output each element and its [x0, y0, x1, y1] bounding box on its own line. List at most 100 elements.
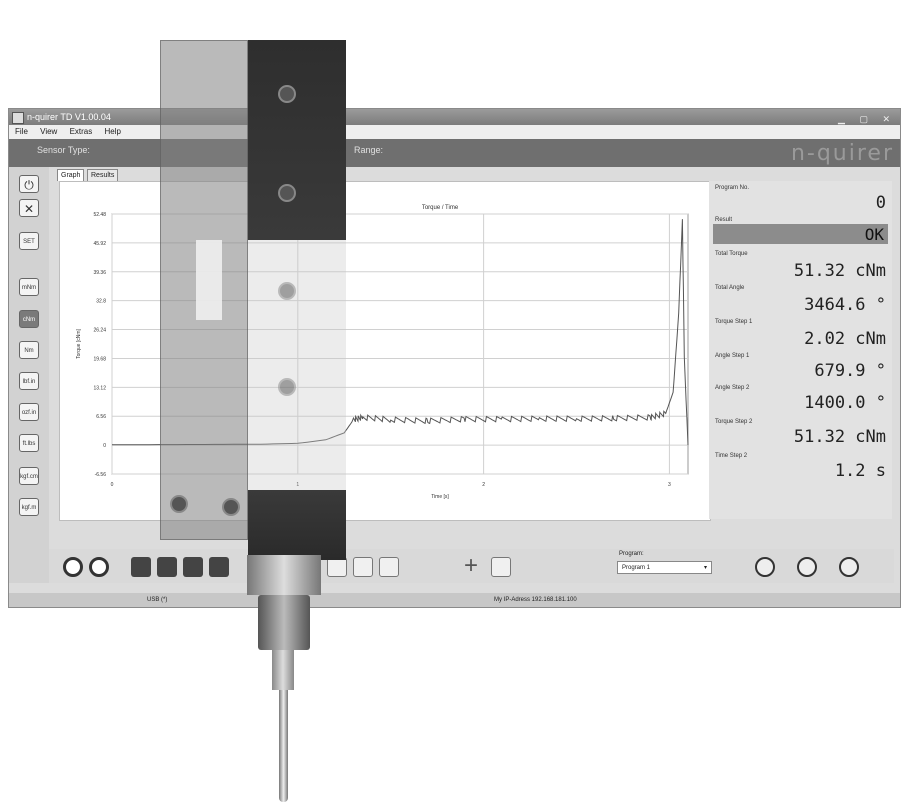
menu-file[interactable]: File — [15, 127, 28, 136]
total-angle-value: 3464.6 ° — [804, 295, 886, 315]
x-tick-label: 0 — [111, 482, 114, 488]
y-tick-label: 19.68 — [93, 356, 106, 362]
crosshair-icon: + — [463, 552, 478, 579]
y-tick-label: 45.92 — [93, 241, 106, 247]
device-neck — [247, 555, 321, 595]
tab-graph[interactable]: Graph — [57, 169, 85, 181]
torque-step2-value: 51.32 cNm — [793, 427, 886, 447]
warning-button[interactable] — [157, 557, 177, 577]
screw-icon — [278, 378, 296, 396]
time-step2-label: Time Step 2 — [715, 453, 748, 459]
y-tick-label: 26.24 — [93, 328, 106, 334]
power-button[interactable]: ⏻ — [19, 175, 39, 193]
chevron-down-icon: ▾ — [703, 565, 707, 571]
print-button[interactable] — [327, 557, 347, 577]
unit-kgfcm-button[interactable]: kgf.cm — [19, 467, 39, 485]
chart-export-button[interactable] — [379, 557, 399, 577]
device-shaft — [272, 650, 294, 690]
total-angle-label: Total Angle — [715, 285, 745, 291]
y-tick-label: 6.56 — [96, 414, 106, 420]
range-label: Range: — [354, 145, 384, 155]
y-axis-label: Torque [cNm] — [76, 329, 82, 359]
torque-screwdriver-photo — [160, 40, 346, 560]
chart-title: Torque / Time — [422, 205, 459, 211]
time-step2-value: 1.2 s — [834, 461, 886, 481]
play-button[interactable] — [63, 557, 83, 577]
torque-step2-label: Torque Step 2 — [715, 419, 753, 425]
x-tick-label: 2 — [482, 482, 485, 488]
left-sidebar: ⏻ ✕ SET mNm cNm Nm lbf.in ozf.in ft.lbs … — [9, 167, 49, 583]
x-tick-label: 3 — [668, 482, 671, 488]
program-select[interactable]: Program 1 ▾ — [617, 561, 712, 574]
menu-extras[interactable]: Extras — [70, 127, 93, 136]
y-tick-label: -6.56 — [95, 472, 107, 478]
device-label-sticker — [196, 240, 222, 320]
torque-time-chart: 52.4845.9239.3632.826.2419.6813.126.560-… — [76, 205, 689, 500]
stop-button[interactable] — [89, 557, 109, 577]
screw-icon — [278, 85, 296, 103]
menu-view[interactable]: View — [40, 127, 57, 136]
power-icon: ⏻ — [24, 178, 34, 192]
screw-icon — [170, 495, 188, 513]
result-value: OK — [864, 225, 884, 244]
angle-step2-label: Angle Step 2 — [715, 385, 750, 391]
screw-icon — [278, 184, 296, 202]
device-chuck — [258, 595, 310, 650]
y-tick-label: 32.8 — [96, 299, 106, 305]
app-window: n-quirer TD V1.00.04 ▁ ▢ ✕ File View Ext… — [8, 108, 901, 608]
angle-step1-value: 679.9 ° — [814, 361, 886, 381]
unit-lbfin-button[interactable]: lbf.in — [19, 372, 39, 390]
x-axis-label: Time [s] — [431, 494, 449, 500]
sensor-type-label: Sensor Type: — [37, 145, 90, 155]
results-panel: Program No. 0 Result OK Total Torque 51.… — [709, 181, 892, 519]
unit-ftlbs-button[interactable]: ft.lbs — [19, 434, 39, 452]
app-icon — [12, 112, 24, 124]
brand-logo: n-quirer — [790, 141, 894, 166]
chart-panel: 52.48 45.92 39.36 32.8 26.24 19.68 13.12 6.56 0-… — [59, 181, 711, 521]
tab-results[interactable]: Results — [87, 169, 119, 181]
text-tool-button[interactable] — [209, 557, 229, 577]
result-status-bar: OK — [713, 224, 888, 244]
program-no-label: Program No. — [715, 185, 750, 191]
torque-step1-label: Torque Step 1 — [715, 319, 753, 325]
device-body-top — [248, 40, 346, 240]
crosshair-button[interactable]: + — [461, 554, 481, 578]
unit-kgfm-button[interactable]: kgf.m — [19, 498, 39, 516]
menu-bar: File View Extras Help — [9, 125, 900, 139]
unit-nm-button[interactable]: Nm — [19, 341, 39, 359]
ip-address-status: My IP-Adress 192.168.181.100 — [494, 597, 577, 603]
program-select-value: Program 1 — [622, 565, 651, 571]
y-tick-label: 0 — [103, 443, 106, 449]
y-tick-label: 39.36 — [93, 270, 106, 276]
tool-settings-button-2[interactable] — [797, 557, 817, 577]
reset-button[interactable]: ✕ — [19, 199, 39, 217]
y-tick-label: 13.12 — [93, 385, 106, 391]
result-label: Result — [715, 217, 733, 223]
camera-button[interactable] — [353, 557, 373, 577]
angle-step1-label: Angle Step 1 — [715, 353, 750, 359]
split-view-button[interactable] — [491, 557, 511, 577]
total-torque-label: Total Torque — [715, 251, 748, 257]
status-bar: USB (*) My IP-Adress 192.168.181.100 — [9, 593, 900, 607]
title-bar: n-quirer TD V1.00.04 ▁ ▢ ✕ — [9, 109, 900, 125]
usb-status: USB (*) — [147, 597, 168, 603]
device-body-bottom — [248, 490, 346, 560]
tool-settings-button-3[interactable] — [839, 557, 859, 577]
screwdriver-bit — [279, 690, 288, 802]
gauge-button[interactable] — [183, 557, 203, 577]
set-button[interactable]: SET — [19, 232, 39, 250]
device-body-mid — [248, 240, 346, 490]
y-tick-label: 52.48 — [93, 212, 106, 218]
tool-settings-button-1[interactable] — [755, 557, 775, 577]
unit-cnm-button[interactable]: cNm — [19, 310, 39, 328]
program-label: Program: — [619, 551, 644, 557]
window-title: n-quirer TD V1.00.04 — [27, 112, 111, 122]
header-bar: Sensor Type: Range: n-quirer — [9, 139, 900, 167]
phone-button[interactable] — [131, 557, 151, 577]
screw-icon — [222, 498, 240, 516]
unit-ozfin-button[interactable]: ozf.in — [19, 403, 39, 421]
program-no-value: 0 — [875, 193, 886, 213]
unit-mnm-button[interactable]: mNm — [19, 278, 39, 296]
close-icon: ✕ — [23, 202, 35, 216]
menu-help[interactable]: Help — [104, 127, 120, 136]
